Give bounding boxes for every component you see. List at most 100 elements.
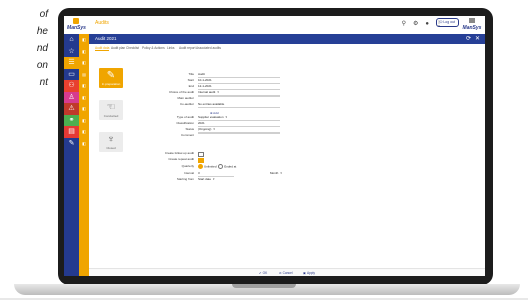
field-value: Supplier evaluation xyxy=(198,115,224,119)
field-row: Co-auditor No entries available xyxy=(150,102,350,108)
text-fragment: nt xyxy=(39,77,48,88)
sub-nav-item[interactable]: ◧ xyxy=(79,138,89,150)
warning-icon[interactable]: ⚠ xyxy=(64,103,79,115)
tab-checklist[interactable]: Checklist xyxy=(126,46,139,50)
cancel-icon: ⊘ xyxy=(279,271,282,275)
field-value: 12-1-2021 xyxy=(198,84,212,88)
follow-up-row: Create follow-up audit xyxy=(150,151,350,157)
text-fragment: on xyxy=(36,60,48,71)
chevron-down-icon: ▾ xyxy=(280,171,282,175)
chevron-down-icon: ▾ xyxy=(213,127,215,131)
sub-nav-item[interactable]: ◧ xyxy=(79,34,89,46)
field-input[interactable] xyxy=(198,96,280,97)
sub-nav-item[interactable]: ◧ xyxy=(79,103,89,115)
app-title: Audits xyxy=(95,20,109,26)
laptop-notch xyxy=(232,284,296,288)
radio-ended-at[interactable] xyxy=(218,164,224,169)
field-label: Co-auditor xyxy=(179,102,194,106)
workflow-step-icon: ♆ xyxy=(107,134,115,145)
search-icon[interactable]: ⚲ xyxy=(402,20,406,28)
workflow-step-closed[interactable]: ♆ Closed xyxy=(99,132,123,152)
sub-nav-item[interactable]: ◧ xyxy=(79,92,89,104)
radio-unlimited[interactable] xyxy=(198,164,203,169)
field-row: Type of audit Supplier evaluation ▾ xyxy=(150,115,350,121)
sub-nav-item[interactable]: ▤ xyxy=(79,69,89,81)
sub-nav-item[interactable]: ◧ xyxy=(79,126,89,138)
document-icon[interactable]: ▤ xyxy=(64,126,79,138)
field-input[interactable] xyxy=(198,133,280,134)
field-value: 2021 xyxy=(198,121,205,125)
cancel-label: Cancel xyxy=(282,271,293,275)
field-label: Classification xyxy=(176,121,194,125)
brand-logo-right: ManSys xyxy=(461,18,483,32)
workflow-step-label: Conducted xyxy=(103,114,119,118)
settings-icon[interactable]: ⚙ xyxy=(413,20,418,28)
field-label: Title xyxy=(188,72,194,76)
field-value: Audit xyxy=(198,72,205,76)
starting-from-select[interactable]: Start date ▾ xyxy=(198,177,215,182)
sub-nav-item[interactable]: ◧ xyxy=(79,115,89,127)
logo-mark-icon xyxy=(73,18,79,24)
repeat-checkbox[interactable] xyxy=(198,157,204,163)
people-icon[interactable]: ⚇ xyxy=(64,80,79,92)
cancel-button[interactable]: ⊘Cancel xyxy=(279,271,293,275)
field-row: Start 10-1-2021 xyxy=(150,78,350,84)
ok-label: OK xyxy=(262,271,268,275)
tab-links[interactable]: Links xyxy=(167,46,174,50)
field-label: Quarterly xyxy=(181,164,194,168)
interval-unit-value: Month xyxy=(270,171,279,175)
workflow-step-icon: ☜ xyxy=(106,102,116,113)
interval-row: Interval 3 Month ▾ xyxy=(150,171,350,177)
app-logo[interactable]: ManSys xyxy=(64,16,89,34)
field-label: Status xyxy=(185,127,194,131)
top-bar: ManSys Audits ⚲ ⚙ ● ⋮ ⏻ Log out ManSys xyxy=(64,16,485,35)
tab-audit-plan[interactable]: Audit plan xyxy=(111,46,125,50)
starting-from-value: Start date xyxy=(198,177,212,181)
field-value: Internal audit xyxy=(198,90,216,94)
star-icon[interactable]: ☆ xyxy=(64,45,79,57)
sub-nav-item[interactable]: ◧ xyxy=(79,80,89,92)
text-fragment: of xyxy=(39,9,48,20)
monitor-icon[interactable]: ▭ xyxy=(64,68,79,80)
save-icon: ▣ xyxy=(303,271,307,275)
chevron-down-icon: ▾ xyxy=(225,115,228,119)
field-row: Choice of the audit Internal audit ▾ xyxy=(150,90,350,96)
logout-button[interactable]: ⏻ Log out xyxy=(435,18,459,27)
quarterly-radio-group: Unlimited Ended at xyxy=(198,164,236,169)
field-label: Start xyxy=(187,78,194,82)
field-row: Status (Ongoing) ▾ xyxy=(150,127,350,133)
text-fragment: nd xyxy=(36,43,48,54)
apply-button[interactable]: ▣Apply xyxy=(303,271,315,275)
person-icon[interactable]: ♙ xyxy=(64,91,79,103)
sub-nav-item[interactable]: ◧ xyxy=(79,57,89,69)
field-input[interactable]: No entries available xyxy=(198,102,280,108)
workflow-step-in-preparation[interactable]: ✎ In preparation xyxy=(99,68,123,88)
field-row: Classification 2021 xyxy=(150,121,350,127)
close-icon[interactable]: ✕ xyxy=(475,35,480,43)
form-header: Audit 2021 ⟳ ✕ xyxy=(89,34,485,44)
form-title: Audit 2021 xyxy=(95,36,117,41)
list-icon[interactable]: ☰ xyxy=(64,57,79,69)
field-row: End 12-1-2021 xyxy=(150,84,350,90)
field-label: Create repeat audit xyxy=(168,157,194,161)
refresh-icon[interactable]: ⟳ xyxy=(466,35,471,43)
user-icon[interactable]: ● xyxy=(425,20,429,28)
ok-button[interactable]: ✔OK xyxy=(259,271,267,275)
tab-policy-actions[interactable]: Policy & Actions xyxy=(142,46,165,50)
apply-label: Apply xyxy=(307,271,315,275)
tab-associated-audits[interactable]: Associated audits xyxy=(196,46,221,50)
wrench-icon[interactable]: ✎ xyxy=(64,137,79,149)
tab-audit-report[interactable]: Audit report xyxy=(179,46,195,50)
tab-audit-data[interactable]: Audit data xyxy=(95,46,110,51)
field-label: Starting from xyxy=(176,177,194,181)
handshake-icon[interactable]: ⚭ xyxy=(64,114,79,126)
home-icon[interactable]: ⌂ xyxy=(64,34,79,46)
field-label: Choice of the audit xyxy=(168,90,194,94)
field-label: End xyxy=(188,84,194,88)
field-value: No entries available xyxy=(198,102,225,106)
workflow-step-conducted[interactable]: ☜ Conducted xyxy=(99,100,123,120)
interval-unit-select[interactable]: Month ▾ xyxy=(270,171,282,176)
sub-nav-item[interactable]: ◧ xyxy=(79,46,89,58)
radio-label: Ended at xyxy=(224,164,237,169)
quarterly-row: Quarterly Unlimited Ended at xyxy=(150,164,350,169)
